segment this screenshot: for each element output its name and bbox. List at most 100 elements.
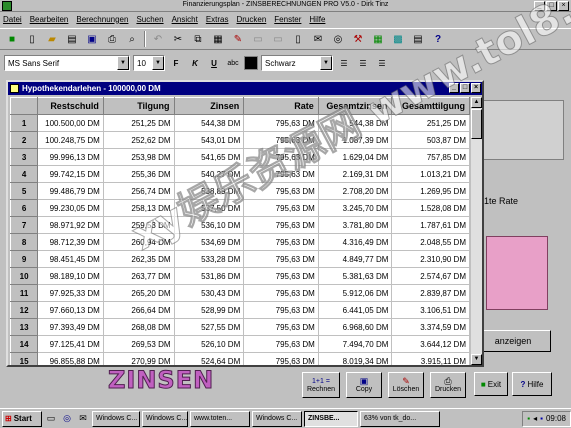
print-icon[interactable]: ⎙ [104, 31, 120, 47]
table-cell[interactable]: 5.381,63 DM [317, 267, 393, 285]
copy-icon[interactable]: ⧉ [190, 31, 206, 47]
table-cell[interactable]: 255,36 DM [102, 165, 175, 183]
table-cell[interactable]: 1.528,08 DM [391, 199, 470, 217]
table-cell[interactable]: 96.855,88 DM [37, 352, 104, 365]
table-cell[interactable]: 262,35 DM [102, 250, 175, 268]
save-icon[interactable]: ▣ [84, 31, 100, 47]
table-cell[interactable]: 527,55 DM [173, 318, 245, 336]
table-cell[interactable]: 528,99 DM [173, 301, 245, 319]
bold-button[interactable]: F [168, 55, 184, 71]
table-cell[interactable]: 97.925,33 DM [37, 284, 104, 302]
table-cell[interactable]: 795,63 DM [243, 352, 319, 365]
table-cell[interactable]: 6.968,60 DM [317, 318, 393, 336]
align-center-icon[interactable]: ☰ [355, 55, 371, 71]
table-cell[interactable]: 533,28 DM [173, 250, 245, 268]
table-cell[interactable]: 99.742,15 DM [37, 165, 104, 183]
table-cell[interactable]: 97.660,13 DM [37, 301, 104, 319]
menu-extras[interactable]: Extras [206, 15, 229, 24]
color-swatch[interactable] [244, 56, 258, 70]
amortization-grid[interactable]: Restschuld Tilgung Zinsen Rate Gesamtzinsen G… [10, 97, 470, 365]
table-cell[interactable]: 97.393,49 DM [37, 318, 104, 336]
strike-button[interactable]: abc [225, 55, 241, 71]
drucken-button[interactable]: ⎙ Drucken [430, 372, 466, 398]
table-cell[interactable]: 263,77 DM [102, 267, 175, 285]
search-icon[interactable]: ⌕ [124, 31, 140, 47]
loeschen-button[interactable]: ✎ Löschen [388, 372, 424, 398]
page-icon[interactable]: ▭ [250, 31, 266, 47]
row-number[interactable]: 11 [10, 284, 39, 302]
row-number[interactable]: 2 [10, 131, 39, 149]
table-cell[interactable]: 1.269,95 DM [391, 182, 470, 200]
row-number[interactable]: 3 [10, 148, 39, 166]
table-cell[interactable]: 530,43 DM [173, 284, 245, 302]
chevron-down-icon[interactable]: ▼ [320, 56, 332, 70]
table-cell[interactable]: 795,63 DM [243, 250, 319, 268]
row-number[interactable]: 12 [10, 301, 39, 319]
anzeigen-button[interactable]: anzeigen [475, 330, 551, 352]
scroll-up-icon[interactable]: ▲ [471, 97, 482, 108]
task-browser[interactable]: www.toten... [190, 410, 250, 427]
table-cell[interactable]: 98.712,39 DM [37, 233, 104, 251]
table-cell[interactable]: 531,86 DM [173, 267, 245, 285]
table-cell[interactable]: 795,63 DM [243, 267, 319, 285]
table-cell[interactable]: 6.441,05 DM [317, 301, 393, 319]
menu-datei[interactable]: Datei [3, 15, 22, 24]
document-icon[interactable]: ▯ [290, 31, 306, 47]
menu-berechnungen[interactable]: Berechnungen [76, 15, 128, 24]
table-cell[interactable]: 795,63 DM [243, 284, 319, 302]
calculator-icon[interactable]: ▩ [390, 31, 406, 47]
table-cell[interactable]: 795,63 DM [243, 216, 319, 234]
table-cell[interactable]: 268,08 DM [102, 318, 175, 336]
table-cell[interactable]: 543,01 DM [173, 131, 245, 149]
chevron-down-icon[interactable]: ▼ [152, 56, 164, 70]
table-cell[interactable]: 251,25 DM [102, 114, 175, 132]
menu-bearbeiten[interactable]: Bearbeiten [30, 15, 69, 24]
table-cell[interactable]: 795,63 DM [243, 233, 319, 251]
menu-ansicht[interactable]: Ansicht [172, 15, 198, 24]
table-cell[interactable]: 253,98 DM [102, 148, 175, 166]
vertical-scrollbar[interactable]: ▲ ▼ [471, 97, 482, 365]
align-left-icon[interactable]: ☰ [336, 55, 352, 71]
row-number[interactable]: 6 [10, 199, 39, 217]
table-cell[interactable]: 4.316,49 DM [317, 233, 393, 251]
table-cell[interactable]: 252,62 DM [102, 131, 175, 149]
copy-button[interactable]: ▣ Copy [346, 372, 382, 398]
table-cell[interactable]: 1.787,61 DM [391, 216, 470, 234]
table-cell[interactable]: 8.019,34 DM [317, 352, 393, 365]
table-cell[interactable]: 98.451,45 DM [37, 250, 104, 268]
row-number[interactable]: 13 [10, 318, 39, 336]
table-cell[interactable]: 3.374,59 DM [391, 318, 470, 336]
task-windows-3[interactable]: Windows C... [252, 410, 302, 427]
browser-icon[interactable]: ◎ [60, 412, 74, 426]
row-number[interactable]: 9 [10, 250, 39, 268]
undo-icon[interactable]: ↶ [150, 31, 166, 47]
exit-app-icon[interactable]: ■ [4, 31, 20, 47]
hilfe-button[interactable]: ? Hilfe [512, 372, 552, 396]
table-cell[interactable]: 265,20 DM [102, 284, 175, 302]
task-download[interactable]: 63% von tk_do... [360, 410, 440, 427]
start-button[interactable]: ⊞ Start [2, 410, 42, 427]
menu-hilfe[interactable]: Hilfe [309, 15, 325, 24]
table-cell[interactable]: 795,63 DM [243, 335, 319, 353]
binoculars-icon[interactable]: ◎ [330, 31, 346, 47]
row-number[interactable]: 7 [10, 216, 39, 234]
row-number[interactable]: 10 [10, 267, 39, 285]
table-cell[interactable]: 100.248,75 DM [37, 131, 104, 149]
table-cell[interactable]: 1.013,21 DM [391, 165, 470, 183]
table-cell[interactable]: 3.644,12 DM [391, 335, 470, 353]
email-icon[interactable]: ✉ [76, 412, 90, 426]
page-2-icon[interactable]: ▭ [270, 31, 286, 47]
row-number[interactable]: 15 [10, 352, 39, 365]
row-number[interactable]: 5 [10, 182, 39, 200]
table-cell[interactable]: 757,85 DM [391, 148, 470, 166]
table-cell[interactable]: 524,64 DM [173, 352, 245, 365]
paint-icon[interactable]: ✎ [230, 31, 246, 47]
paste-icon[interactable]: ▦ [210, 31, 226, 47]
rechnen-button[interactable]: 1+1 = Rechnen [302, 372, 340, 398]
table-cell[interactable]: 544,38 DM [173, 114, 245, 132]
task-windows-2[interactable]: Windows C... [142, 410, 188, 427]
menu-fenster[interactable]: Fenster [274, 15, 301, 24]
menu-suchen[interactable]: Suchen [136, 15, 163, 24]
desktop-icon[interactable]: ▭ [44, 412, 58, 426]
table-cell[interactable]: 2.048,55 DM [391, 233, 470, 251]
